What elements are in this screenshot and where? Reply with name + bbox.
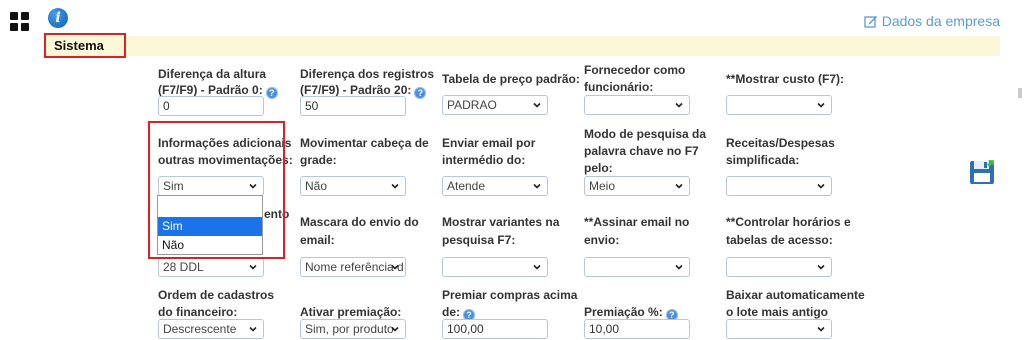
chevron-down-icon xyxy=(391,325,399,333)
controlar-select[interactable] xyxy=(726,257,832,277)
enviar-email-select[interactable]: Atende xyxy=(442,176,548,196)
assinar-select[interactable] xyxy=(584,257,690,277)
chevron-down-icon xyxy=(817,182,825,190)
edit-icon xyxy=(864,14,878,28)
chevron-down-icon xyxy=(675,101,683,109)
label-mostrar-custo: **Mostrar custo (F7): xyxy=(726,72,845,86)
label-movimentar-2: grade: xyxy=(300,153,337,167)
label-variantes-1: Mostrar variantes na xyxy=(442,215,560,229)
help-icon[interactable]: ? xyxy=(414,87,427,99)
chevron-down-icon xyxy=(817,263,825,271)
chevron-down-icon xyxy=(817,325,825,333)
scrollbar[interactable] xyxy=(1018,88,1022,98)
chevron-down-icon xyxy=(533,182,541,190)
label-controlar-1: **Controlar horários e xyxy=(726,215,851,229)
info-icon[interactable]: i xyxy=(48,8,68,28)
receitas-select[interactable] xyxy=(726,176,832,196)
label-assinar-2: envio: xyxy=(584,233,620,247)
label-variantes-2: pesquisa F7: xyxy=(442,233,516,247)
chevron-down-icon xyxy=(675,263,683,271)
chevron-down-icon xyxy=(249,263,257,271)
chevron-down-icon xyxy=(249,325,257,333)
chevron-down-icon xyxy=(391,263,399,271)
row3-col1-select[interactable]: 28 DDL xyxy=(158,257,264,277)
label-controlar-2: tabelas de acesso: xyxy=(726,233,833,247)
fornecedor-select[interactable] xyxy=(584,95,690,115)
ativar-premiacao-select[interactable]: Sim, por produto xyxy=(300,319,406,339)
label-tabela-preco: Tabela de preço padrão: xyxy=(442,72,580,86)
dif-registros-input[interactable]: 50 xyxy=(300,96,406,116)
chevron-down-icon xyxy=(533,101,541,109)
modo-pesquisa-select[interactable]: Meio xyxy=(584,176,690,196)
premiar-compras-input[interactable]: 100,00 xyxy=(442,319,548,339)
label-assinar-1: **Assinar email no xyxy=(584,215,690,229)
grid-icon[interactable] xyxy=(10,12,30,32)
premiacao-pct-input[interactable]: 10,00 xyxy=(584,319,690,339)
variantes-select[interactable] xyxy=(442,257,548,277)
chevron-down-icon xyxy=(817,101,825,109)
label-mascara-1: Mascara do envio do xyxy=(300,215,419,229)
highlight-annotation xyxy=(148,121,285,259)
label-receitas-2: simplificada: xyxy=(726,153,800,167)
label-mascara-2: email: xyxy=(300,233,335,247)
save-icon[interactable] xyxy=(969,157,997,185)
ordem-select[interactable]: Descrescente xyxy=(158,319,264,339)
mascara-select[interactable]: Nome referência d xyxy=(300,257,406,277)
help-icon[interactable]: ? xyxy=(265,87,278,99)
dif-altura-input[interactable]: 0 xyxy=(158,96,264,116)
company-link-label: Dados da empresa xyxy=(881,13,1000,29)
chevron-down-icon xyxy=(675,182,683,190)
movimentar-select[interactable]: Não xyxy=(300,176,406,196)
section-bar xyxy=(44,36,1000,56)
company-data-link[interactable]: Dados da empresa xyxy=(864,13,1000,29)
section-title: Sistema xyxy=(44,33,126,58)
chevron-down-icon xyxy=(391,182,399,190)
mostrar-custo-select[interactable] xyxy=(726,95,832,115)
tabela-preco-select[interactable]: PADRAO xyxy=(442,95,548,115)
label-enviar-email-2: intermédio do: xyxy=(442,153,526,167)
baixar-lote-select[interactable] xyxy=(726,319,832,339)
label-fornecedor-2: funcionário: xyxy=(584,80,654,94)
chevron-down-icon xyxy=(533,263,541,271)
label-modo-pesquisa-3: pelo: xyxy=(584,161,613,175)
